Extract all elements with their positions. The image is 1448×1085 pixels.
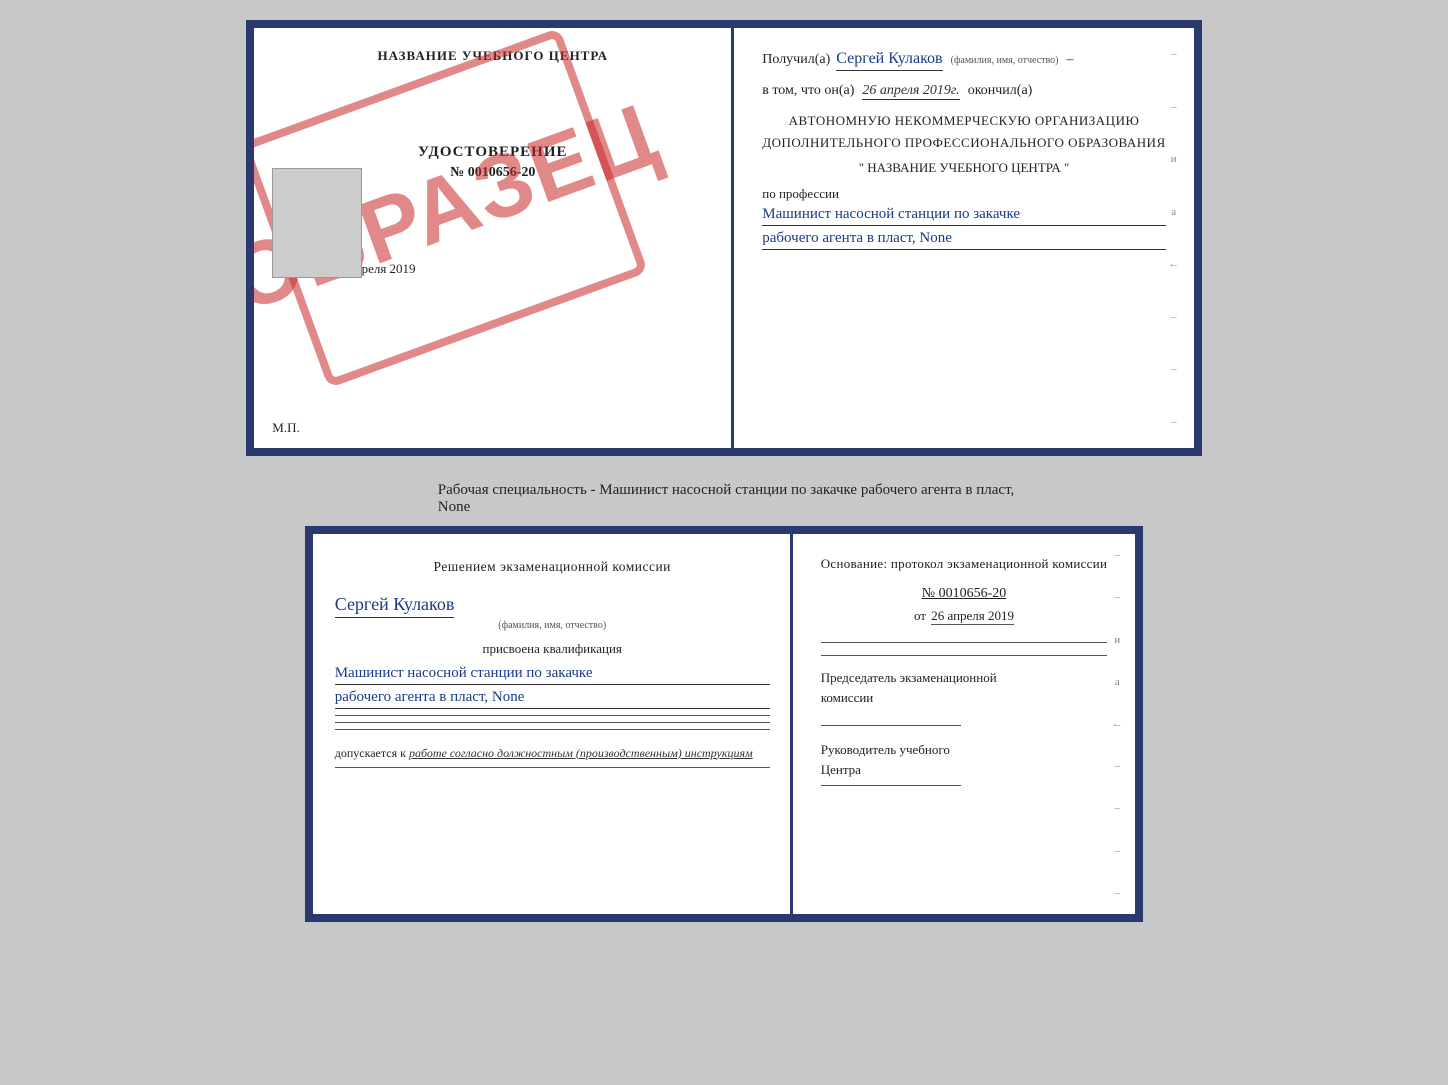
predsedatel-label: Председатель экзаменационной комиссии xyxy=(821,668,1108,707)
bottom-right-panel: Основание: протокол экзаменационной коми… xyxy=(793,534,1136,914)
separator2 xyxy=(335,722,770,723)
separator-r2 xyxy=(821,655,1108,656)
poluchil-label: Получил(а) xyxy=(762,52,830,68)
profession-line1: Машинист насосной станции по закачке xyxy=(762,206,1165,226)
po-professii: по профессии xyxy=(762,186,1165,202)
vtom-label: в том, что он(а) xyxy=(762,83,854,99)
dopuskaetsya-row: допускается к работе согласно должностны… xyxy=(335,746,770,761)
osnovanie-text: Основание: протокол экзаменационной коми… xyxy=(821,556,1108,572)
separator3 xyxy=(335,729,770,730)
ot-date: от 26 апреля 2019 xyxy=(821,608,1108,624)
recipient-name-bottom: Сергей Кулаков xyxy=(335,594,455,618)
qual-line2: рабочего агента в пласт, None xyxy=(335,689,770,709)
vtom-row: в том, что он(а) 26 апреля 2019г. окончи… xyxy=(762,83,1165,100)
bottom-document: Решением экзаменационной комиссии Сергей… xyxy=(305,526,1144,922)
dash1: – xyxy=(1067,52,1074,68)
rukovoditel-sign-line xyxy=(821,785,961,786)
recipient-name: Сергей Кулаков xyxy=(836,50,942,71)
training-center-title: НАЗВАНИЕ УЧЕБНОГО ЦЕНТРА xyxy=(272,48,713,64)
protocol-number: № 0010656-20 xyxy=(821,586,1108,602)
okonchil-label: окончил(а) xyxy=(968,83,1033,99)
poluchil-row: Получил(а) Сергей Кулаков (фамилия, имя,… xyxy=(762,50,1165,71)
poluchil-sublabel: (фамилия, имя, отчество) xyxy=(951,55,1059,66)
right-dashes-bottom: –– и а ← –––– xyxy=(1107,534,1127,914)
rukovoditel-label: Руководитель учебного Центра xyxy=(821,740,1108,779)
separator-r1 xyxy=(821,642,1108,643)
dopuskaetsya-text: работе согласно должностным (производств… xyxy=(409,746,753,760)
right-panel-front: Получил(а) Сергей Кулаков (фамилия, имя,… xyxy=(734,28,1193,448)
org-name: " НАЗВАНИЕ УЧЕБНОГО ЦЕНТРА " xyxy=(762,160,1165,176)
subtitle-text: Рабочая специальность - Машинист насосно… xyxy=(438,482,1015,516)
separator4 xyxy=(335,767,770,768)
bottom-left-panel: Решением экзаменационной комиссии Сергей… xyxy=(313,534,793,914)
qual-line1: Машинист насосной станции по закачке xyxy=(335,665,770,685)
photo-placeholder xyxy=(272,168,362,278)
udostoverenie-label: УДОСТОВЕРЕНИЕ xyxy=(272,144,713,161)
separator1 xyxy=(335,715,770,716)
org-line1: АВТОНОМНУЮ НЕКОММЕРЧЕСКУЮ ОРГАНИЗАЦИЮ ДО… xyxy=(762,110,1165,154)
dopuskaetsya-prefix: допускается к xyxy=(335,746,406,760)
predsedatel-sign-line xyxy=(821,725,961,726)
name-sublabel: (фамилия, имя, отчество) xyxy=(335,620,770,631)
vtom-date: 26 апреля 2019г. xyxy=(862,83,959,100)
right-dashes: –– и а ← ––– xyxy=(1164,28,1184,448)
ot-label: от xyxy=(914,608,926,623)
profession-line2: рабочего агента в пласт, None xyxy=(762,230,1165,250)
top-document: НАЗВАНИЕ УЧЕБНОГО ЦЕНТРА ОБРАЗЕЦ УДОСТОВ… xyxy=(246,20,1201,456)
prisvoena-text: присвоена квалификация xyxy=(335,641,770,657)
left-panel-front: НАЗВАНИЕ УЧЕБНОГО ЦЕНТРА ОБРАЗЕЦ УДОСТОВ… xyxy=(254,28,734,448)
resheniem-text: Решением экзаменационной комиссии xyxy=(335,556,770,578)
ot-date-value: 26 апреля 2019 xyxy=(931,608,1014,625)
mp-label: М.П. xyxy=(272,420,299,436)
